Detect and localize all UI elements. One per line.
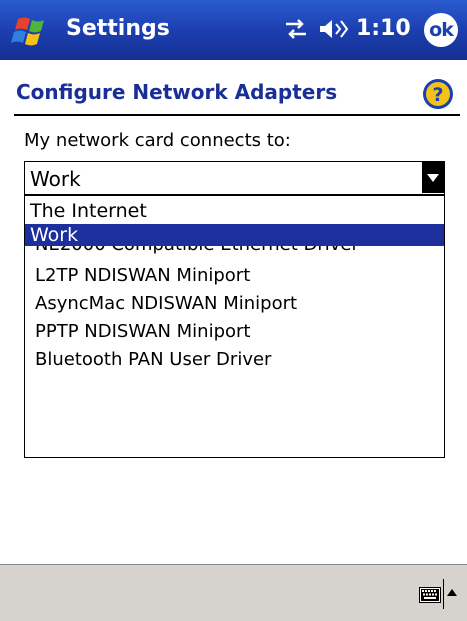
list-item[interactable]: AsyncMac NDISWAN Miniport	[35, 292, 297, 316]
help-icon[interactable]: ?	[422, 78, 454, 110]
list-item[interactable]: Bluetooth PAN User Driver	[35, 348, 271, 372]
dropdown-option-internet[interactable]: The Internet	[25, 198, 444, 224]
dropdown-option-work[interactable]: Work	[25, 224, 444, 246]
adapter-list[interactable]: NE2000 Compatible Ethernet Driver L2TP N…	[24, 195, 445, 458]
page-title: Configure Network Adapters	[16, 80, 338, 104]
volume-icon[interactable]	[318, 16, 352, 42]
clock[interactable]: 1:10	[356, 16, 411, 41]
network-dropdown[interactable]: Work	[24, 161, 445, 195]
title-bar: Settings 1:10 ok	[0, 0, 467, 60]
windows-flag-icon[interactable]	[10, 11, 56, 51]
heading-divider	[14, 114, 460, 116]
connectivity-icon[interactable]	[282, 17, 310, 41]
ok-button[interactable]: ok	[424, 13, 458, 47]
chevron-up-icon[interactable]	[447, 589, 457, 596]
input-separator	[443, 579, 444, 609]
svg-text:?: ?	[432, 84, 443, 106]
list-item[interactable]: PPTP NDISWAN Miniport	[35, 320, 251, 344]
menu-bar	[0, 564, 467, 621]
app-title: Settings	[66, 16, 170, 41]
dropdown-selected-value: Work	[30, 167, 81, 191]
chevron-down-icon[interactable]	[422, 162, 444, 193]
list-item[interactable]: L2TP NDISWAN Miniport	[35, 264, 250, 288]
keyboard-icon[interactable]	[419, 587, 441, 603]
network-prompt-label: My network card connects to:	[24, 130, 291, 151]
